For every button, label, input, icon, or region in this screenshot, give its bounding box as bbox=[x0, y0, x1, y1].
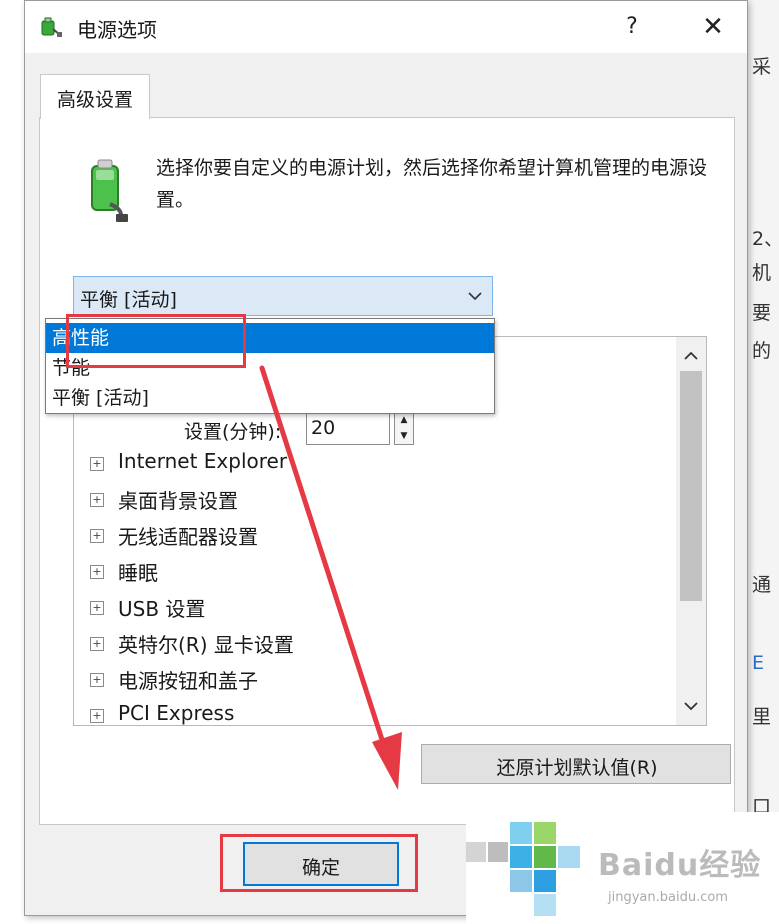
close-button[interactable]: ✕ bbox=[693, 7, 733, 47]
expand-icon[interactable]: + bbox=[90, 673, 104, 687]
power-options-dialog: 电源选项 ? ✕ 高级设置 选择你要自定义的电源计划，然后选择你希望计算机管理的… bbox=[24, 0, 748, 916]
expand-icon[interactable]: + bbox=[90, 565, 104, 579]
watermark: Baidu经验 jingyan.baidu.com bbox=[466, 812, 779, 924]
power-plan-select-value: 平衡 [活动] bbox=[80, 289, 177, 311]
restore-defaults-button[interactable]: 还原计划默认值(R) bbox=[421, 744, 731, 784]
scrollbar-thumb[interactable] bbox=[680, 371, 702, 601]
dialog-title: 电源选项 bbox=[77, 18, 157, 42]
power-options-icon bbox=[41, 17, 62, 37]
annotation-highlight-box bbox=[66, 314, 246, 368]
expand-icon[interactable]: + bbox=[90, 457, 104, 471]
expand-icon[interactable]: + bbox=[90, 709, 104, 723]
expand-icon[interactable]: + bbox=[90, 601, 104, 615]
annotation-highlight-box bbox=[220, 834, 418, 892]
battery-icon bbox=[91, 159, 128, 222]
power-plan-select[interactable]: 平衡 [活动] bbox=[73, 276, 493, 316]
background-text: 采 bbox=[752, 56, 772, 78]
background-text: 机 bbox=[752, 262, 772, 284]
background-text: 里 bbox=[752, 706, 772, 728]
background-text: 通 bbox=[752, 574, 772, 596]
restore-defaults-label: 还原计划默认值(R) bbox=[496, 757, 658, 779]
background-text: 的 bbox=[752, 340, 772, 362]
background-text: E bbox=[752, 652, 765, 674]
watermark-site: jingyan.baidu.com bbox=[608, 890, 728, 905]
chevron-down-icon[interactable] bbox=[676, 693, 706, 719]
tree-item-label: 睡眠 bbox=[118, 561, 158, 585]
sleep-minutes-stepper[interactable]: ▲ ▼ bbox=[394, 411, 414, 445]
title-bar: 电源选项 ? ✕ bbox=[25, 1, 747, 53]
expand-icon[interactable]: + bbox=[90, 493, 104, 507]
help-button[interactable]: ? bbox=[615, 7, 649, 47]
stepper-up-icon[interactable]: ▲ bbox=[395, 412, 413, 428]
chevron-down-icon bbox=[468, 292, 482, 301]
expand-icon[interactable]: + bbox=[90, 637, 104, 651]
tab-panel: 选择你要自定义的电源计划，然后选择你希望计算机管理的电源设置。 平衡 [活动] … bbox=[39, 117, 735, 825]
sleep-setting-label: 设置(分钟): bbox=[184, 421, 282, 443]
chevron-up-icon[interactable] bbox=[676, 343, 706, 369]
background-text: 要 bbox=[752, 302, 772, 324]
tab-advanced-settings[interactable]: 高级设置 bbox=[40, 74, 150, 119]
expand-icon[interactable]: + bbox=[90, 529, 104, 543]
plan-option-balanced[interactable]: 平衡 [活动] bbox=[46, 383, 494, 413]
tree-item-label: 桌面背景设置 bbox=[118, 489, 238, 513]
tree-item-label: 英特尔(R) 显卡设置 bbox=[118, 633, 294, 657]
tree-item-label: Internet Explorer bbox=[118, 449, 288, 473]
tree-item-label: 无线适配器设置 bbox=[118, 525, 258, 549]
stepper-down-icon[interactable]: ▼ bbox=[395, 428, 413, 444]
description-text: 选择你要自定义的电源计划，然后选择你希望计算机管理的电源设置。 bbox=[156, 157, 708, 211]
sleep-minutes-value: 20 bbox=[311, 417, 336, 439]
tree-item-label: PCI Express bbox=[118, 701, 235, 725]
background-text: 2、 bbox=[752, 228, 779, 250]
background-window bbox=[745, 0, 779, 924]
tab-label: 高级设置 bbox=[56, 89, 133, 111]
tree-item-label: USB 设置 bbox=[118, 597, 206, 621]
watermark-logo: Baidu经验 bbox=[598, 848, 762, 883]
tree-item-label: 电源按钮和盖子 bbox=[118, 669, 258, 693]
sleep-minutes-input[interactable]: 20 bbox=[306, 411, 390, 445]
